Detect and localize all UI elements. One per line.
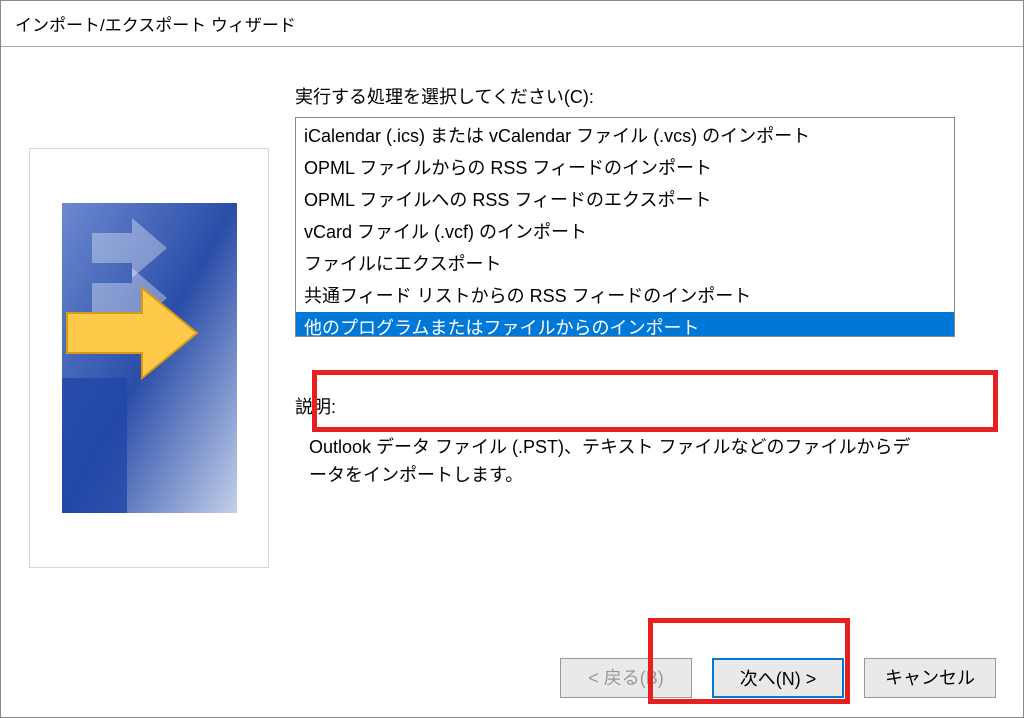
back-button: < 戻る(B) xyxy=(560,658,692,698)
next-button[interactable]: 次へ(N) > xyxy=(712,658,844,698)
list-item[interactable]: iCalendar (.ics) または vCalendar ファイル (.vc… xyxy=(296,120,954,152)
action-listbox[interactable]: iCalendar (.ics) または vCalendar ファイル (.vc… xyxy=(295,117,955,337)
window-titlebar: インポート/エクスポート ウィザード xyxy=(1,1,1023,47)
button-row: < 戻る(B) 次へ(N) > キャンセル xyxy=(560,658,996,698)
cancel-button[interactable]: キャンセル xyxy=(864,658,996,698)
description-label: 説明: xyxy=(295,393,995,419)
list-item-selected[interactable]: 他のプログラムまたはファイルからのインポート xyxy=(296,312,954,337)
list-item[interactable]: vCard ファイル (.vcf) のインポート xyxy=(296,216,954,248)
description-text: Outlook データ ファイル (.PST)、テキスト ファイルなどのファイル… xyxy=(295,419,935,489)
list-item[interactable]: ファイルにエクスポート xyxy=(296,248,954,280)
list-item[interactable]: 共通フィード リストからの RSS フィードのインポート xyxy=(296,280,954,312)
import-export-icon xyxy=(62,203,237,513)
list-item[interactable]: OPML ファイルへの RSS フィードのエクスポート xyxy=(296,184,954,216)
dialog-content: 実行する処理を選択してください(C): iCalendar (.ics) または… xyxy=(1,47,1023,607)
window-title: インポート/エクスポート ウィザード xyxy=(15,11,296,36)
right-panel: 実行する処理を選択してください(C): iCalendar (.ics) または… xyxy=(295,83,995,607)
action-list-label: 実行する処理を選択してください(C): xyxy=(295,83,995,109)
wizard-image xyxy=(29,148,269,568)
list-item[interactable]: OPML ファイルからの RSS フィードのインポート xyxy=(296,152,954,184)
